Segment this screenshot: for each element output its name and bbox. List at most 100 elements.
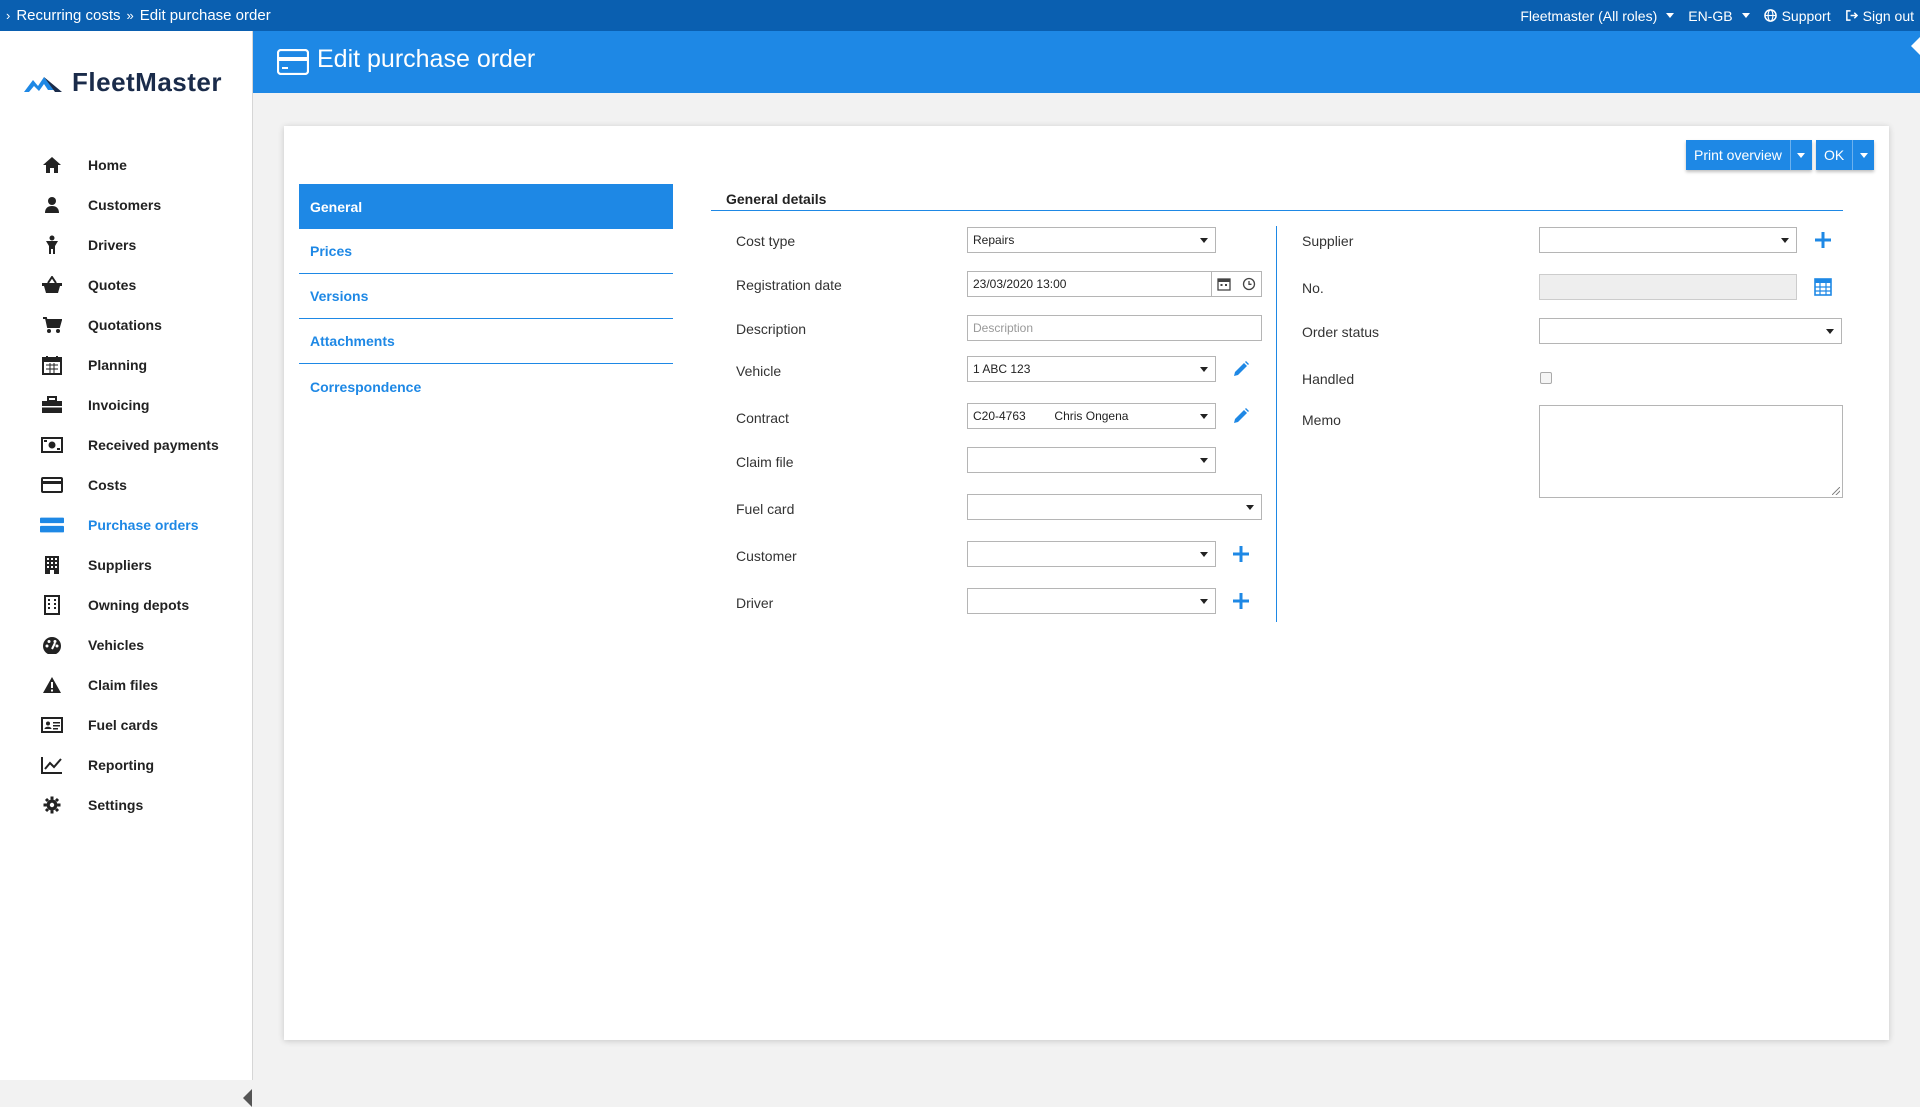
basket-icon <box>40 275 64 295</box>
memo-label: Memo <box>1302 412 1341 428</box>
memo-textarea[interactable] <box>1539 405 1843 498</box>
caret-down-icon[interactable] <box>1789 140 1812 170</box>
caret-down-icon <box>1819 328 1841 334</box>
description-label: Description <box>736 321 807 337</box>
number-generator-grid-icon[interactable] <box>1812 276 1834 298</box>
sidebar: FleetMaster Home Customers Drivers Quote… <box>0 31 253 1107</box>
customer-label: Customer <box>736 548 797 564</box>
sign-out-link[interactable]: Sign out <box>1845 8 1914 24</box>
sidebar-item-label: Quotations <box>88 317 162 333</box>
sidebar-item-label: Planning <box>88 357 148 373</box>
briefcase-icon <box>40 395 64 415</box>
sidebar-item-vehicles[interactable]: Vehicles <box>0 625 253 665</box>
fleetmaster-logo-icon <box>24 76 62 92</box>
sidebar-item-label: Invoicing <box>88 397 150 413</box>
calendar-picker-icon[interactable] <box>1211 272 1236 296</box>
tab-general[interactable]: General <box>299 184 673 229</box>
vehicle-select[interactable]: 1 ABC 123 <box>967 356 1216 382</box>
warning-icon <box>40 675 64 695</box>
supplier-label: Supplier <box>1302 233 1354 249</box>
registration-date-value: 23/03/2020 13:00 <box>973 277 1067 291</box>
sidebar-item-costs[interactable]: Costs <box>0 465 253 505</box>
language-dropdown[interactable]: EN-GB <box>1688 7 1750 24</box>
sidebar-item-quotes[interactable]: Quotes <box>0 265 253 305</box>
print-overview-button[interactable]: Print overview <box>1686 140 1812 170</box>
contract-select[interactable]: C20-4763 Chris Ongena <box>967 403 1216 429</box>
building-icon <box>40 555 64 575</box>
driver-select[interactable] <box>967 588 1216 614</box>
sidebar-item-purchase-orders[interactable]: Purchase orders <box>0 505 253 545</box>
sidebar-item-label: Purchase orders <box>88 517 199 533</box>
page-header: Edit purchase order <box>253 31 1920 93</box>
sidebar-item-home[interactable]: Home <box>0 145 253 185</box>
sidebar-item-label: Drivers <box>88 237 137 253</box>
handled-checkbox[interactable] <box>1540 372 1552 384</box>
tab-prices[interactable]: Prices <box>299 229 673 274</box>
collapse-sidebar-arrow-icon[interactable] <box>243 1089 252 1107</box>
sidebar-item-label: Settings <box>88 797 144 813</box>
sidebar-item-received-payments[interactable]: Received payments <box>0 425 253 465</box>
supplier-select[interactable] <box>1539 227 1797 253</box>
sign-out-label: Sign out <box>1862 7 1914 24</box>
tab-correspondence[interactable]: Correspondence <box>299 364 673 409</box>
tab-attachments[interactable]: Attachments <box>299 319 673 364</box>
breadcrumb-item-recurring-costs[interactable]: Recurring costs <box>16 7 120 24</box>
number-field <box>1539 274 1797 300</box>
caret-down-icon[interactable] <box>1852 140 1874 170</box>
money-icon <box>40 435 64 455</box>
caret-down-icon <box>1774 237 1796 243</box>
sidebar-item-drivers[interactable]: Drivers <box>0 225 253 265</box>
caret-down-icon <box>1193 366 1215 372</box>
chart-line-icon <box>40 755 64 775</box>
tab-versions[interactable]: Versions <box>299 274 673 319</box>
edit-vehicle-pencil-icon[interactable] <box>1230 358 1252 380</box>
role-dropdown[interactable]: Fleetmaster (All roles) <box>1520 8 1675 24</box>
sidebar-item-reporting[interactable]: Reporting <box>0 745 253 785</box>
caret-down-icon <box>1193 237 1215 243</box>
support-label: Support <box>1781 7 1831 24</box>
app-name: FleetMaster <box>72 67 222 97</box>
depot-icon <box>40 595 64 615</box>
sidebar-item-label: Home <box>88 157 127 173</box>
sidebar-item-quotations[interactable]: Quotations <box>0 305 253 345</box>
breadcrumb-double-chevron-icon: » <box>126 8 134 23</box>
sidebar-item-claim-files[interactable]: Claim files <box>0 665 253 705</box>
description-input[interactable]: Description <box>967 315 1262 341</box>
sidebar-item-label: Claim files <box>88 677 159 693</box>
collapse-right-panel-arrow-icon[interactable] <box>1911 37 1920 55</box>
credit-card-icon <box>40 475 64 495</box>
add-supplier-plus-icon[interactable] <box>1812 229 1834 251</box>
order-status-select[interactable] <box>1539 318 1842 344</box>
order-status-label: Order status <box>1302 324 1380 340</box>
cost-type-label: Cost type <box>736 233 796 249</box>
registration-date-label: Registration date <box>736 277 842 293</box>
sidebar-item-owning-depots[interactable]: Owning depots <box>0 585 253 625</box>
app-logo[interactable]: FleetMaster <box>24 67 222 98</box>
resize-handle-icon[interactable] <box>1832 487 1840 495</box>
clock-icon[interactable] <box>1236 272 1261 296</box>
sidebar-item-settings[interactable]: Settings <box>0 785 253 825</box>
sidebar-item-suppliers[interactable]: Suppliers <box>0 545 253 585</box>
sidebar-nav: Home Customers Drivers Quotes Quotations… <box>0 145 253 825</box>
customer-select[interactable] <box>967 541 1216 567</box>
ok-button[interactable]: OK <box>1816 140 1875 170</box>
cost-type-select[interactable]: Repairs <box>967 227 1216 253</box>
sidebar-item-planning[interactable]: Planning <box>0 345 253 385</box>
language-label: EN-GB <box>1688 7 1733 24</box>
registration-date-field[interactable]: 23/03/2020 13:00 <box>967 271 1262 297</box>
cart-icon <box>40 315 64 335</box>
home-icon <box>40 155 64 175</box>
sidebar-item-customers[interactable]: Customers <box>0 185 253 225</box>
caret-down-icon <box>1741 13 1750 18</box>
add-customer-plus-icon[interactable] <box>1230 543 1252 565</box>
edit-contract-pencil-icon[interactable] <box>1230 405 1252 427</box>
add-driver-plus-icon[interactable] <box>1230 590 1252 612</box>
sidebar-item-invoicing[interactable]: Invoicing <box>0 385 253 425</box>
sidebar-item-label: Fuel cards <box>88 717 159 733</box>
contract-value: C20-4763 Chris Ongena <box>973 409 1193 423</box>
handled-label: Handled <box>1302 371 1355 387</box>
claim-file-select[interactable] <box>967 447 1216 473</box>
support-link[interactable]: Support <box>1763 7 1831 24</box>
fuel-card-select[interactable] <box>967 494 1262 520</box>
sidebar-item-fuel-cards[interactable]: Fuel cards <box>0 705 253 745</box>
